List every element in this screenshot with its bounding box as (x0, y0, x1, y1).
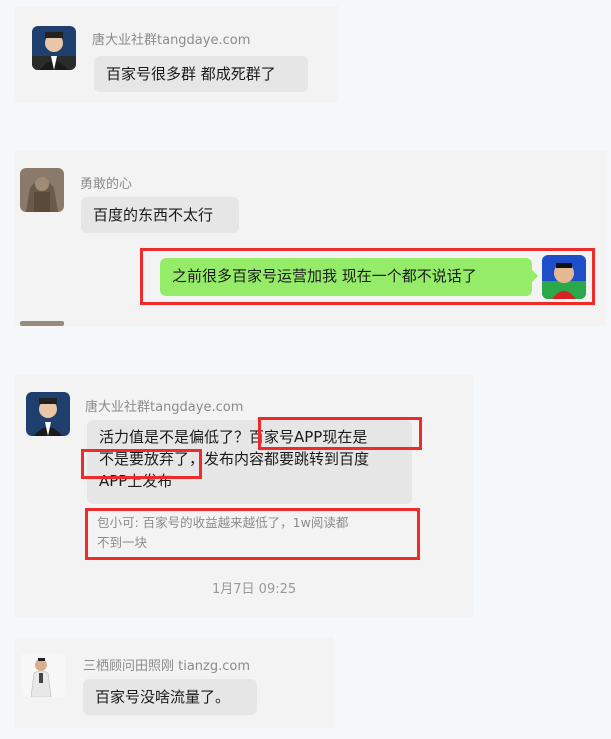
avatar[interactable] (21, 653, 65, 697)
next-avatar-peek (20, 321, 64, 326)
highlight-box (140, 248, 595, 305)
sender-name: 唐大业社群tangdaye.com (85, 400, 244, 415)
sender-name: 三栖顾问田照刚 tianzg.com (83, 659, 251, 674)
sender-name: 勇敢的心 (80, 177, 133, 192)
avatar[interactable] (26, 392, 70, 436)
avatar-icon (32, 26, 76, 70)
sender-name: 唐大业社群tangdaye.com (92, 33, 251, 48)
avatar-icon (26, 392, 70, 436)
message-bubble[interactable]: 百家号没啥流量了。 (83, 679, 257, 715)
message-text: 百度的东西不太行 (93, 206, 214, 224)
message-text: 百家号没啥流量了。 (95, 688, 231, 706)
highlight-box (81, 449, 202, 479)
message-bubble[interactable]: 百家号很多群 都成死群了 (94, 56, 308, 92)
chat-card: 唐大业社群tangdaye.com 百家号很多群 都成死群了 (15, 6, 338, 102)
avatar-icon (21, 653, 65, 697)
timestamp: 1月7日 09:25 (212, 582, 297, 597)
message-text: 百家号很多群 都成死群了 (106, 65, 276, 83)
avatar[interactable] (32, 26, 76, 70)
chat-card: 三栖顾问田照刚 tianzg.com 百家号没啥流量了。 (15, 637, 334, 728)
chat-card: 唐大业社群tangdaye.com 活力值是不是偏低了？百家号APP现在是 不是… (15, 375, 473, 618)
message-bubble[interactable]: 百度的东西不太行 (81, 197, 239, 233)
highlight-box (85, 508, 420, 560)
statue-icon (20, 168, 64, 212)
highlight-box (258, 417, 422, 450)
avatar[interactable] (20, 168, 64, 212)
chat-card: 勇敢的心 百度的东西不太行 之前很多百家号运营加我 现在一个都不说话了 (15, 151, 606, 326)
